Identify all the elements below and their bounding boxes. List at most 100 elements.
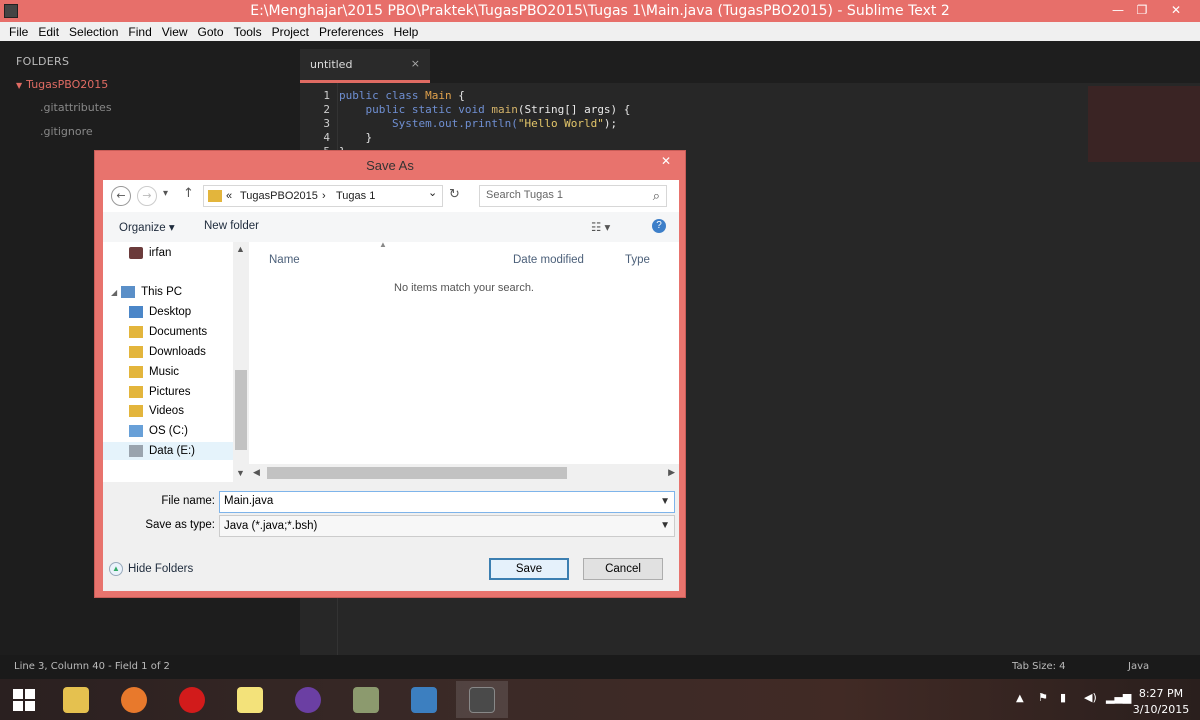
minimap[interactable] xyxy=(1088,86,1200,162)
address-dropdown-icon[interactable]: ⌄ xyxy=(428,186,437,199)
status-syntax[interactable]: Java xyxy=(1128,661,1149,672)
nav-item-irfan[interactable]: irfan xyxy=(129,244,171,262)
documents-folder-icon xyxy=(129,326,143,338)
forward-button[interactable]: → xyxy=(137,186,157,206)
battery-icon[interactable]: ▮ xyxy=(1060,691,1066,720)
code-line[interactable]: public class Main { xyxy=(339,89,465,102)
taskbar-firefox[interactable] xyxy=(108,681,160,718)
nav-item-this-pc[interactable]: ◢ This PC xyxy=(111,283,182,301)
scroll-up-icon[interactable]: ▲ xyxy=(236,244,245,254)
refresh-button[interactable]: ↻ xyxy=(449,187,460,202)
nav-item-documents[interactable]: Documents xyxy=(129,323,207,341)
nav-item-music[interactable]: Music xyxy=(129,363,179,381)
file-list-scroll-thumb[interactable] xyxy=(267,467,567,479)
menu-goto[interactable]: Goto xyxy=(193,25,229,39)
menu-find[interactable]: Find xyxy=(123,25,156,39)
status-tab-size[interactable]: Tab Size: 4 xyxy=(1012,661,1066,672)
nav-item-os-c[interactable]: OS (C:) xyxy=(129,422,188,440)
column-header-name[interactable]: Name xyxy=(269,254,300,266)
nav-item-desktop[interactable]: Desktop xyxy=(129,303,191,321)
breadcrumb-tugaspbo2015[interactable]: TugasPBO2015 xyxy=(240,190,318,202)
scroll-left-icon[interactable]: ◀ xyxy=(253,467,260,478)
column-header-type[interactable]: Type xyxy=(625,254,650,266)
network-icon[interactable]: ▂▄▆ xyxy=(1106,691,1131,720)
view-options-icon[interactable]: ☷ ▾ xyxy=(591,220,610,234)
file-name-dropdown-icon[interactable]: ▼ xyxy=(660,496,670,507)
new-folder-button[interactable]: New folder xyxy=(204,220,259,232)
user-icon xyxy=(129,247,143,259)
taskbar-file-explorer[interactable] xyxy=(50,681,102,718)
taskbar-sublime[interactable] xyxy=(456,681,508,718)
nav-item-videos[interactable]: Videos xyxy=(129,402,184,420)
menu-project[interactable]: Project xyxy=(267,25,314,39)
menu-selection[interactable]: Selection xyxy=(64,25,123,39)
maximize-button[interactable]: ❐ xyxy=(1132,0,1152,20)
hide-folders-label: Hide Folders xyxy=(128,563,194,575)
nav-item-data-e[interactable]: Data (E:) xyxy=(103,442,233,460)
sidebar-folder[interactable]: ▼ TugasPBO2015 xyxy=(16,78,108,91)
taskbar-app-tools[interactable] xyxy=(340,681,392,718)
taskbar-app-purple[interactable] xyxy=(282,681,334,718)
dialog-command-bar: Organize ▾ New folder ☷ ▾ ? xyxy=(103,212,679,242)
taskbar-notes[interactable] xyxy=(224,681,276,718)
tab-close-icon[interactable]: × xyxy=(411,57,420,70)
scroll-right-icon[interactable]: ▶ xyxy=(668,467,675,478)
nav-item-label: This PC xyxy=(141,286,183,298)
tray-chevron-up-icon[interactable]: ▲ xyxy=(1016,693,1024,720)
scroll-down-icon[interactable]: ▼ xyxy=(236,468,245,478)
menu-help[interactable]: Help xyxy=(389,25,424,39)
cancel-button[interactable]: Cancel xyxy=(583,558,663,580)
recent-locations-chevron-icon[interactable]: ▾ xyxy=(163,188,168,199)
file-name-input[interactable] xyxy=(224,495,644,507)
code-line[interactable]: } xyxy=(339,131,372,144)
code-line[interactable]: System.out.println("Hello World"); xyxy=(339,117,617,130)
flag-icon[interactable]: ⚑ xyxy=(1038,691,1048,720)
clock-date[interactable]: 3/10/2015 xyxy=(1132,703,1190,720)
menu-edit[interactable]: Edit xyxy=(33,25,64,39)
close-window-button[interactable]: ✕ xyxy=(1156,0,1196,20)
help-icon[interactable]: ? xyxy=(652,219,666,233)
taskbar-opera[interactable] xyxy=(166,681,218,718)
save-button[interactable]: Save xyxy=(489,558,569,580)
breadcrumb-tugas-1[interactable]: Tugas 1 xyxy=(336,190,375,202)
hide-folders-button[interactable]: ▲ Hide Folders xyxy=(109,562,193,576)
line-number: 4 xyxy=(323,131,330,144)
sidebar-file-gitattributes[interactable]: .gitattributes xyxy=(40,101,112,114)
taskbar-app-window[interactable] xyxy=(398,681,450,718)
menu-preferences[interactable]: Preferences xyxy=(314,25,389,39)
tab-untitled[interactable]: untitled × xyxy=(300,49,430,83)
search-input[interactable] xyxy=(486,189,646,201)
sidebar-folder-label: TugasPBO2015 xyxy=(26,78,109,91)
nav-item-pictures[interactable]: Pictures xyxy=(129,383,191,401)
minimize-button[interactable]: — xyxy=(1108,0,1128,20)
up-button[interactable]: ↑ xyxy=(183,186,194,201)
breadcrumb-separator[interactable]: › xyxy=(322,190,326,202)
chevron-down-icon: ▼ xyxy=(16,81,23,90)
menu-view[interactable]: View xyxy=(157,25,193,39)
breadcrumb-overflow[interactable]: « xyxy=(226,190,232,202)
file-name-box: ▼ xyxy=(219,491,675,513)
start-button[interactable] xyxy=(0,681,48,718)
navigation-pane: irfan ◢ This PC Desktop Documents Downloa… xyxy=(103,242,249,482)
nav-pane-scrollbar[interactable]: ▲ ▼ xyxy=(233,242,249,482)
organize-button[interactable]: Organize ▾ xyxy=(119,220,175,234)
nav-item-downloads[interactable]: Downloads xyxy=(129,343,206,361)
column-header-date-modified[interactable]: Date modified xyxy=(513,254,584,266)
address-bar[interactable]: « TugasPBO2015 › Tugas 1 ⌄ xyxy=(203,185,443,207)
file-list-scrollbar[interactable]: ◀ ▶ xyxy=(249,464,679,482)
save-as-type-select[interactable]: Java (*.java;*.bsh) ▼ xyxy=(219,515,675,537)
code-line[interactable]: public static void main(String[] args) { xyxy=(339,103,631,116)
sidebar-file-gitignore[interactable]: .gitignore xyxy=(40,125,93,138)
save-as-type-dropdown-icon[interactable]: ▼ xyxy=(660,520,670,531)
nav-item-label: Desktop xyxy=(149,306,192,318)
dialog-close-button[interactable]: ✕ xyxy=(661,154,671,168)
menu-file[interactable]: File xyxy=(4,25,33,39)
desktop-folder-icon xyxy=(129,306,143,318)
nav-pane-scroll-thumb[interactable] xyxy=(235,370,247,450)
back-button[interactable]: ← xyxy=(111,186,131,206)
tab-label: untitled xyxy=(310,58,353,71)
search-icon[interactable]: ⌕ xyxy=(653,188,660,204)
dialog-nav-bar: ← → ▾ ↑ « TugasPBO2015 › Tugas 1 ⌄ ↻ ⌕ xyxy=(103,180,679,212)
menu-tools[interactable]: Tools xyxy=(229,25,267,39)
volume-icon[interactable]: ◀) xyxy=(1084,691,1097,720)
